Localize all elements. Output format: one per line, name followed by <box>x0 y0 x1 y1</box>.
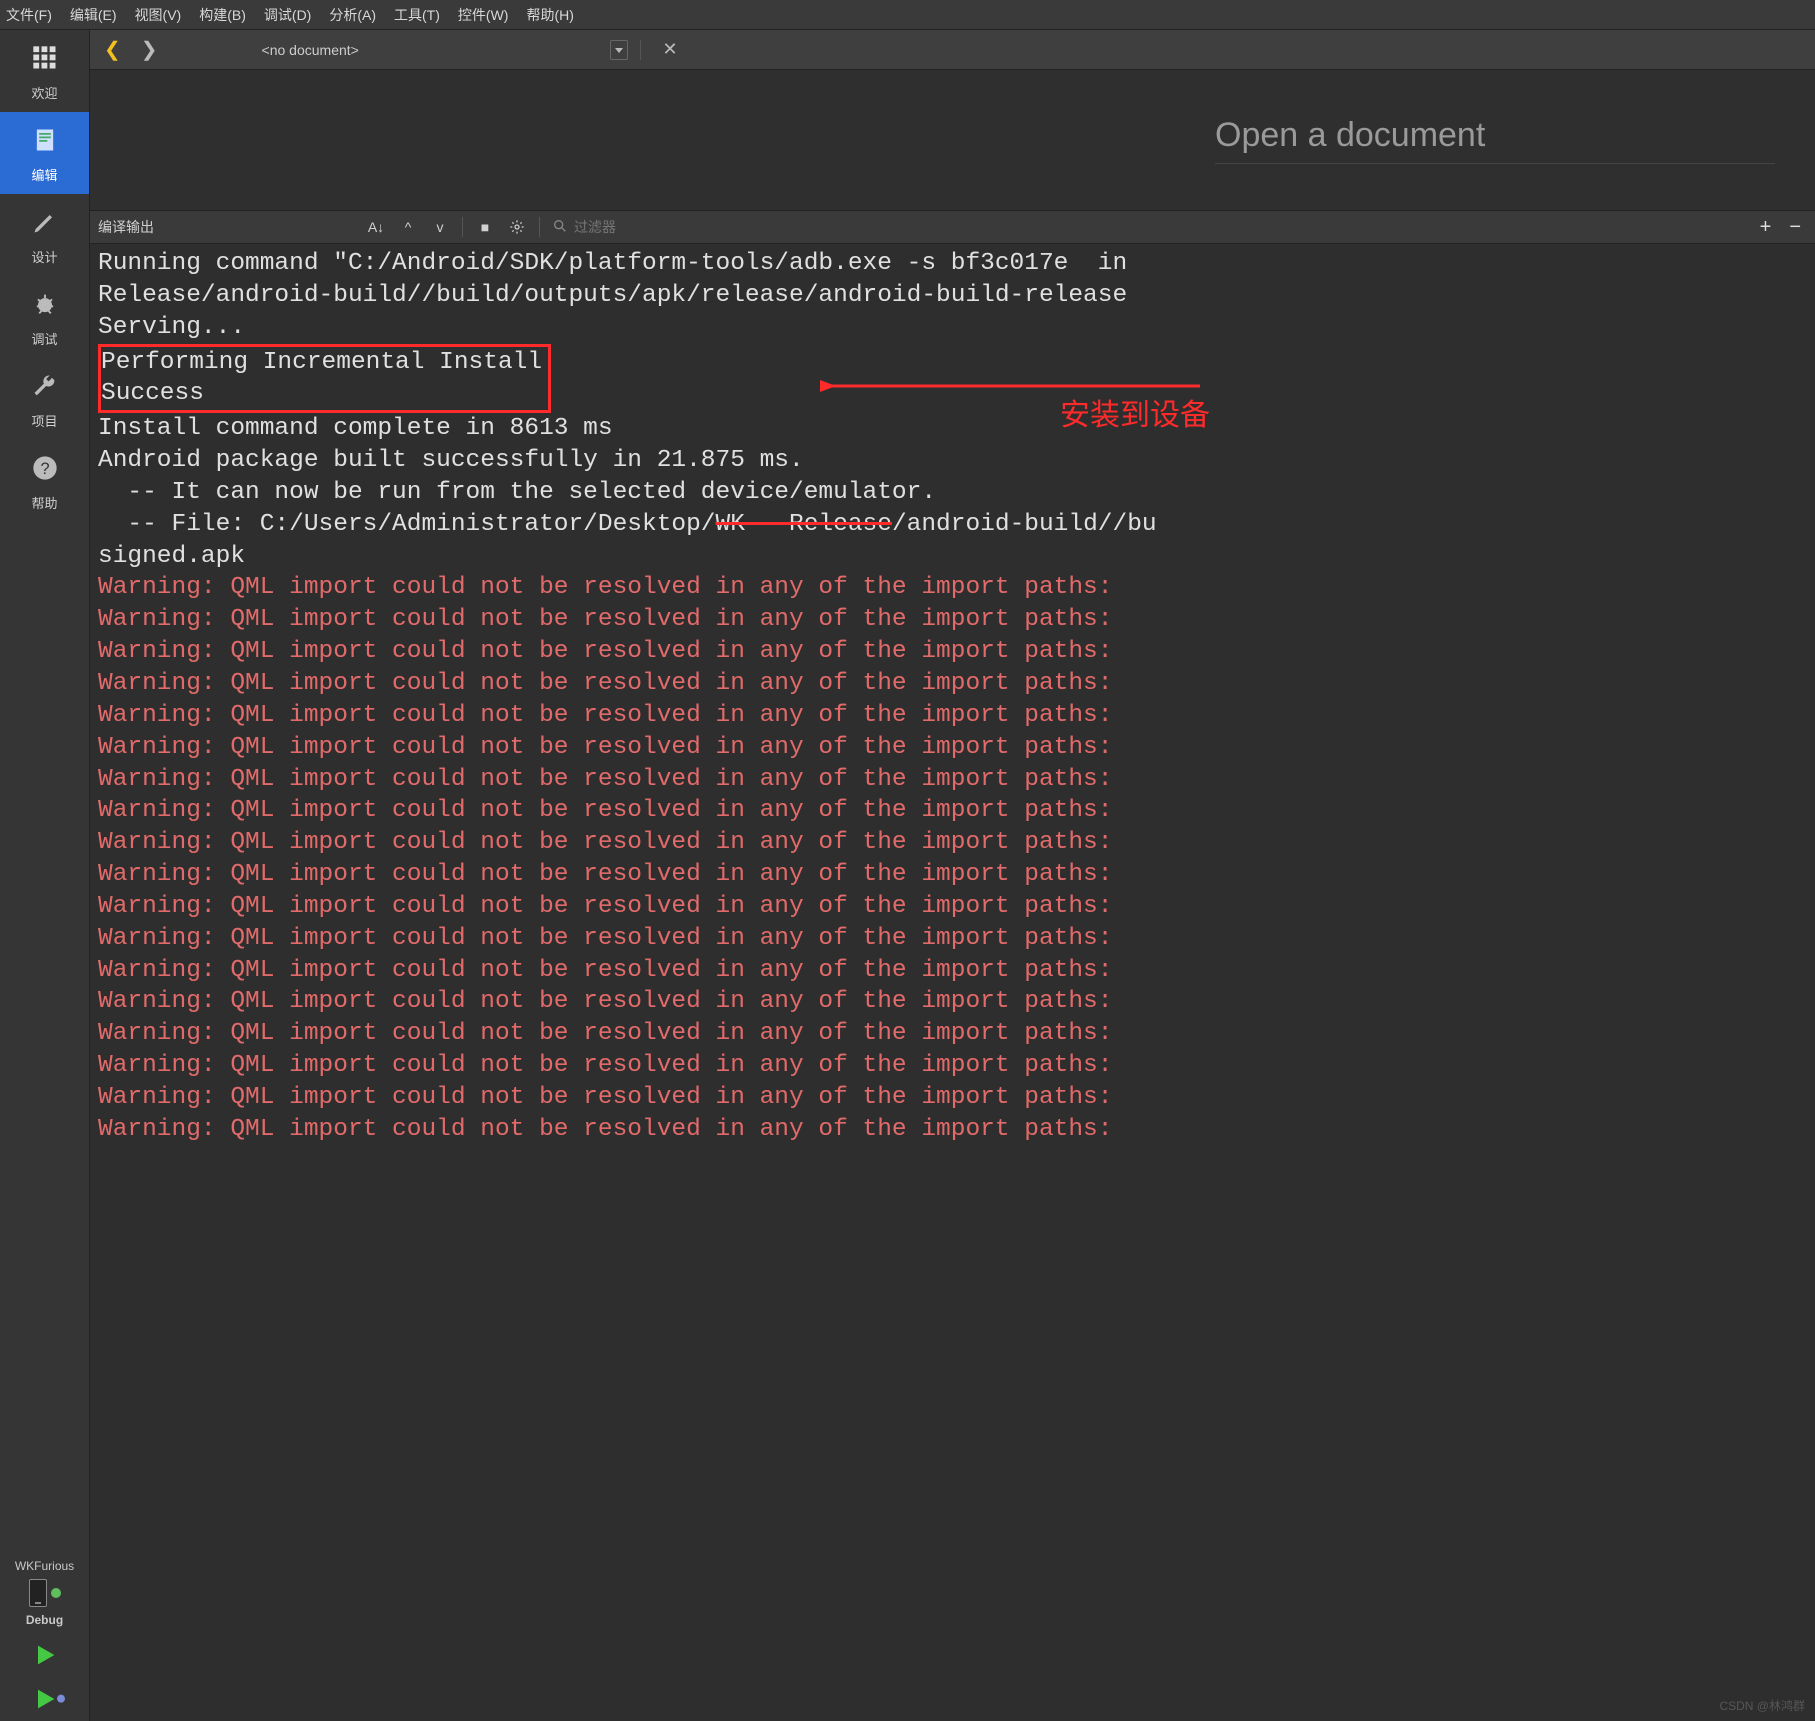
run-button[interactable] <box>0 1633 89 1677</box>
output-title: 编译输出 <box>98 217 358 237</box>
svg-text:?: ? <box>40 460 49 478</box>
gear-icon <box>509 219 525 235</box>
menu-file[interactable]: 文件(F) <box>6 5 52 25</box>
grid-icon <box>31 44 59 77</box>
sidebar-item-editor[interactable]: 编辑 <box>0 112 89 194</box>
zoom-in-button[interactable]: + <box>1754 216 1778 239</box>
sidebar-item-project[interactable]: 项目 <box>0 358 89 440</box>
expand-button[interactable]: ^ <box>394 215 422 239</box>
stop-button[interactable]: ■ <box>471 215 499 239</box>
wrench-icon <box>31 372 59 405</box>
search-icon <box>552 218 568 237</box>
question-icon: ? <box>31 454 59 487</box>
build-mode: Debug <box>26 1613 63 1627</box>
document-dropdown[interactable] <box>610 40 628 60</box>
open-document-hint: Open a document <box>1215 116 1775 164</box>
editor-area: Open a document <box>90 70 1815 210</box>
sidebar-item-help[interactable]: ? 帮助 <box>0 440 89 522</box>
left-sidebar: 欢迎 编辑 设计 调试 <box>0 30 90 1721</box>
watermark: CSDN @林鸿群 <box>1719 1699 1805 1715</box>
sidebar-label: 调试 <box>31 329 57 348</box>
run-debug-button[interactable] <box>0 1677 89 1721</box>
collapse-button[interactable]: v <box>426 215 454 239</box>
menu-help[interactable]: 帮助(H) <box>526 5 573 25</box>
sidebar-label: 项目 <box>31 411 57 430</box>
nav-back-button[interactable]: ❮ <box>98 37 127 62</box>
sort-button[interactable]: A↓ <box>362 215 390 239</box>
compile-output[interactable]: Running command "C:/Android/SDK/platform… <box>90 244 1815 1721</box>
filter-input[interactable] <box>574 219 772 235</box>
sidebar-label: 编辑 <box>31 165 57 184</box>
sidebar-item-design[interactable]: 设计 <box>0 194 89 276</box>
menu-tools[interactable]: 工具(T) <box>394 5 440 25</box>
kit-name: WKFurious <box>15 1559 74 1573</box>
output-header: 编译输出 A↓ ^ v ■ + − <box>90 210 1815 244</box>
sidebar-label: 帮助 <box>31 493 57 512</box>
menu-analyze[interactable]: 分析(A) <box>329 5 376 25</box>
kit-selector[interactable]: WKFurious Debug <box>0 1559 89 1633</box>
phone-icon <box>29 1579 47 1607</box>
document-close-button[interactable]: ✕ <box>657 39 684 60</box>
pencil-icon <box>31 208 59 241</box>
nav-forward-button[interactable]: ❯ <box>135 37 164 62</box>
sidebar-label: 欢迎 <box>31 83 57 102</box>
sidebar-item-debug[interactable]: 调试 <box>0 276 89 358</box>
zoom-out-button[interactable]: − <box>1783 216 1807 239</box>
annotation-arrow-icon <box>820 356 1220 416</box>
document-nav-bar: ❮ ❯ <no document> ✕ <box>90 30 1815 70</box>
bug-icon <box>31 290 59 323</box>
document-icon <box>31 126 59 159</box>
menu-bar: 文件(F) 编辑(E) 视图(V) 构建(B) 调试(D) 分析(A) 工具(T… <box>0 0 1815 30</box>
menu-edit[interactable]: 编辑(E) <box>70 5 117 25</box>
filter-box[interactable] <box>552 218 772 237</box>
menu-debug[interactable]: 调试(D) <box>264 5 311 25</box>
menu-view[interactable]: 视图(V) <box>135 5 182 25</box>
sidebar-item-welcome[interactable]: 欢迎 <box>0 30 89 112</box>
sidebar-label: 设计 <box>31 247 57 266</box>
bug-overlay-icon <box>53 1690 69 1711</box>
status-dot-icon <box>51 1588 61 1598</box>
menu-build[interactable]: 构建(B) <box>199 5 246 25</box>
document-title: <no document> <box>172 42 602 58</box>
settings-button[interactable] <box>503 215 531 239</box>
menu-controls[interactable]: 控件(W) <box>458 5 509 25</box>
highlight-box: Performing Incremental InstallSuccess <box>98 344 551 414</box>
